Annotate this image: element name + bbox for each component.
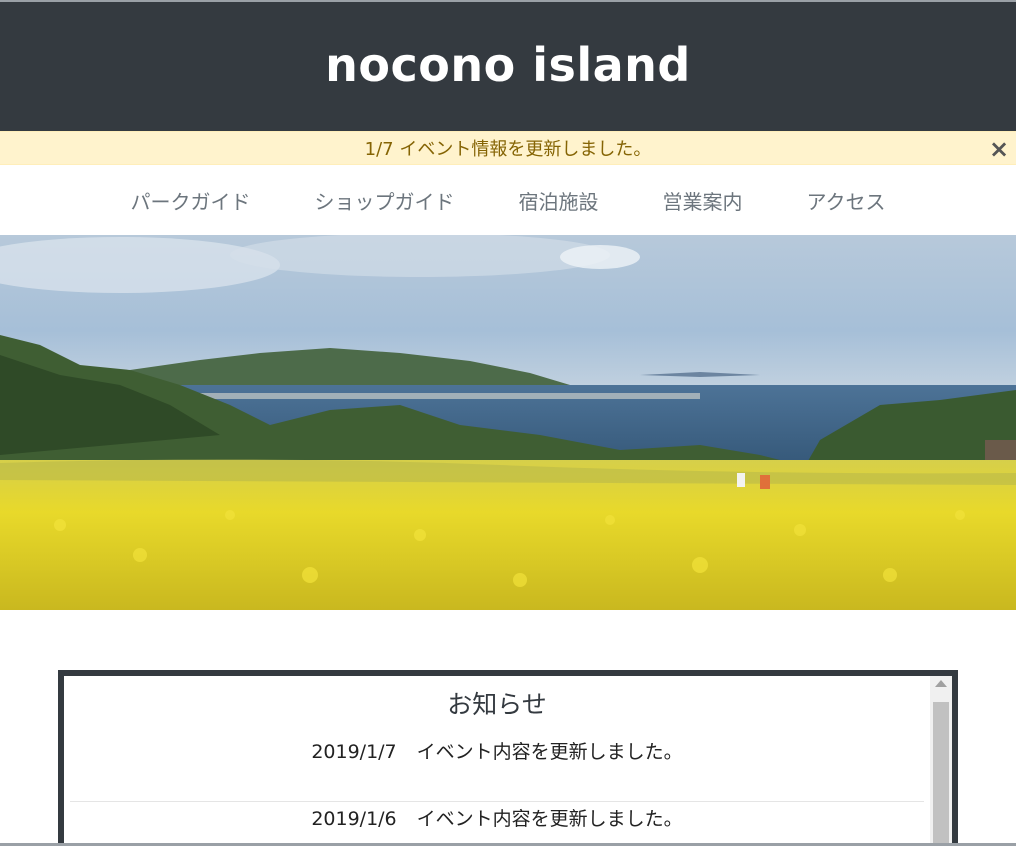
news-item-date: 2019/1/7 [311, 741, 397, 763]
nav-item-park-guide[interactable]: パークガイド [99, 186, 283, 215]
news-item-date: 2019/1/6 [311, 808, 397, 830]
news-scrollbar[interactable] [930, 676, 952, 846]
landscape-image [0, 235, 1016, 610]
update-alert: 1/7 イベント情報を更新しました。 × [0, 131, 1016, 165]
nav-item-lodging[interactable]: 宿泊施設 [487, 186, 631, 215]
news-panel: お知らせ 2019/1/7 イベント内容を更新しました。 2019/1/6 イベント… [58, 670, 958, 846]
nav-item-shop-guide[interactable]: ショップガイド [283, 186, 487, 215]
news-list: 2019/1/7 イベント内容を更新しました。 2019/1/6 イベント内容を更新… [70, 735, 924, 846]
news-heading: お知らせ [447, 690, 547, 719]
news-item-text: イベント内容を更新しました。 [416, 808, 683, 830]
site-title[interactable]: nocono island [325, 38, 691, 92]
news-item: 2019/1/7 イベント内容を更新しました。 [70, 735, 924, 802]
news-content: お知らせ 2019/1/7 イベント内容を更新しました。 2019/1/6 イベント… [70, 676, 924, 846]
nav-item-business-info[interactable]: 営業案内 [631, 186, 775, 215]
scroll-up-arrow-icon[interactable] [935, 680, 947, 687]
alert-close-button[interactable]: × [986, 135, 1012, 163]
scrollbar-thumb[interactable] [933, 702, 949, 846]
news-item: 2019/1/6 イベント内容を更新しました。 [70, 802, 924, 846]
site-header: nocono island [0, 2, 1016, 131]
alert-message: 1/7 イベント情報を更新しました。 [364, 139, 652, 160]
nav-item-access[interactable]: アクセス [775, 186, 918, 215]
main-nav: パークガイド ショップガイド 宿泊施設 営業案内 アクセス [0, 165, 1016, 235]
news-item-text: イベント内容を更新しました。 [416, 741, 683, 763]
hero-image [0, 235, 1016, 610]
